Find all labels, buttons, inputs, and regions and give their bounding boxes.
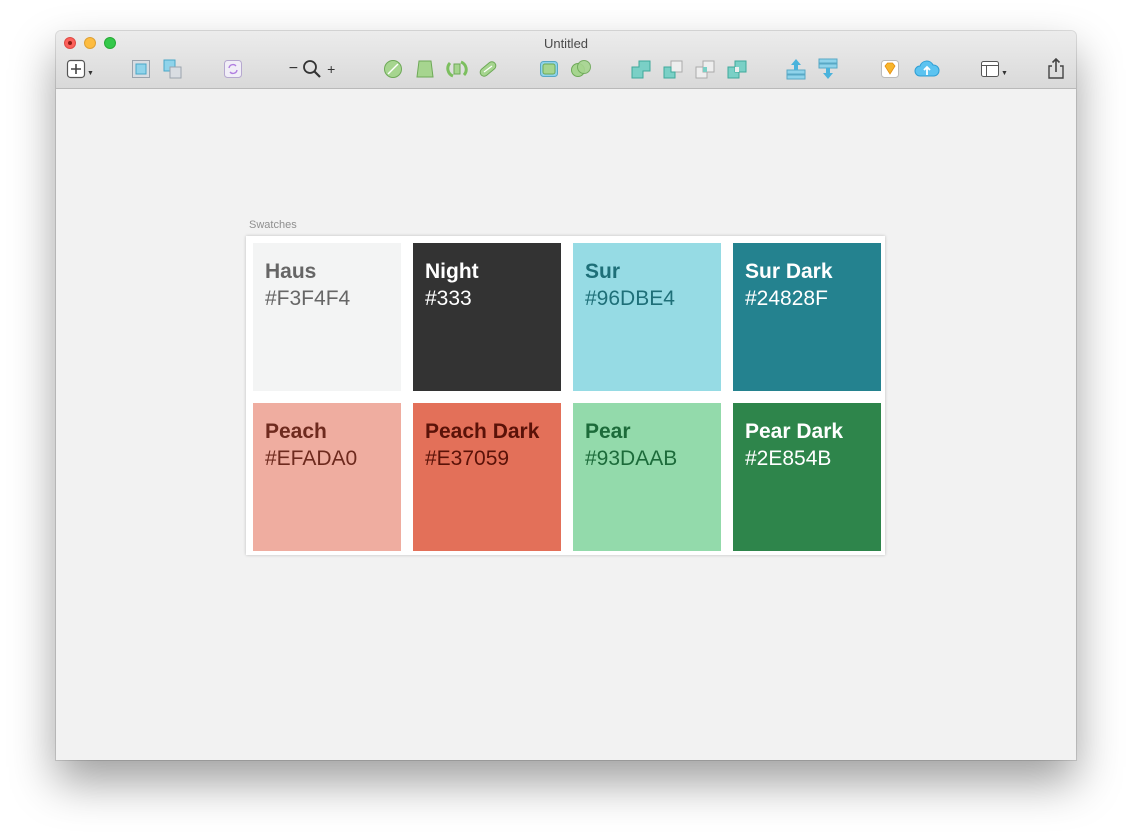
forward-icon — [786, 59, 806, 80]
swatch-hex: #93DAAB — [585, 447, 678, 470]
flatten-button[interactable] — [476, 56, 500, 82]
backward-icon — [818, 58, 838, 79]
create-symbol-button[interactable] — [221, 56, 245, 82]
swatch-name: Night — [425, 260, 479, 283]
difference-icon — [727, 60, 747, 79]
subtract-icon — [663, 60, 683, 79]
rotate-icon — [446, 60, 468, 78]
swatch-hex: #EFADA0 — [265, 447, 358, 470]
mask-icon — [540, 61, 558, 77]
window-title: Untitled — [543, 36, 589, 51]
export-icon — [1048, 58, 1064, 79]
swatch-peach[interactable]: Peach #EFADA0 — [253, 403, 401, 551]
forward-button[interactable] — [784, 56, 808, 82]
ungroup-icon — [163, 59, 182, 79]
swatch-hex: #2E854B — [745, 447, 832, 470]
ungroup-button[interactable] — [161, 56, 185, 82]
swatch-name: Peach — [265, 420, 327, 443]
app-window: Untitled ▼ − + ▼ Swatches Haus #F3F4F4 N… — [56, 31, 1076, 760]
backward-button[interactable] — [816, 56, 840, 82]
swatch-night[interactable]: Night #333 — [413, 243, 561, 391]
transform-icon — [416, 60, 434, 78]
swatch-sur-dark[interactable]: Sur Dark #24828F — [733, 243, 881, 391]
zoom-control[interactable]: − + — [282, 56, 342, 82]
edit-button[interactable] — [381, 56, 405, 82]
swatch-name: Sur Dark — [745, 260, 833, 283]
intersect-button[interactable] — [693, 56, 717, 82]
swatch-hex: #E37059 — [425, 447, 510, 470]
swatch-name: Peach Dark — [425, 420, 540, 443]
swatch-name: Sur — [585, 260, 621, 283]
artboard-swatches[interactable]: Haus #F3F4F4 Night #333 Sur #96DBE4 Sur … — [246, 236, 885, 555]
canvas[interactable]: Swatches Haus #F3F4F4 Night #333 Sur #96… — [56, 89, 1076, 760]
zoom-in-button[interactable]: + — [327, 61, 335, 77]
swatch-sur[interactable]: Sur #96DBE4 — [573, 243, 721, 391]
swatch-hex: #F3F4F4 — [265, 287, 351, 310]
swatch-name: Haus — [265, 260, 317, 283]
mask-button[interactable] — [537, 56, 561, 82]
title-bar: Untitled ▼ − + ▼ — [56, 31, 1076, 89]
intersect-icon — [695, 60, 715, 79]
difference-button[interactable] — [725, 56, 749, 82]
scale-icon — [571, 60, 591, 77]
swatch-haus[interactable]: Haus #F3F4F4 — [253, 243, 401, 391]
view-button[interactable]: ▼ — [976, 56, 1012, 82]
scale-button[interactable] — [569, 56, 593, 82]
group-icon — [132, 60, 150, 78]
view-icon — [981, 61, 1000, 77]
chevron-down-icon: ▼ — [1001, 69, 1008, 77]
swatch-hex: #333 — [425, 287, 472, 310]
rotate-button[interactable] — [445, 56, 469, 82]
swatch-name: Pear — [585, 420, 631, 443]
zoom-icon — [303, 60, 321, 78]
subtract-button[interactable] — [661, 56, 685, 82]
union-icon — [631, 60, 651, 79]
union-button[interactable] — [629, 56, 653, 82]
swatch-pear-dark[interactable]: Pear Dark #2E854B — [733, 403, 881, 551]
sketch-cloud-icon — [881, 60, 899, 78]
transform-button[interactable] — [413, 56, 437, 82]
upload-cloud-button[interactable] — [912, 56, 942, 82]
export-button[interactable] — [1044, 56, 1068, 82]
zoom-out-button[interactable]: − — [289, 60, 298, 78]
flatten-icon — [479, 61, 497, 77]
upload-cloud-icon — [914, 60, 940, 77]
swatch-name: Pear Dark — [745, 420, 844, 443]
swatch-pear[interactable]: Pear #93DAAB — [573, 403, 721, 551]
sketch-cloud-button[interactable] — [878, 56, 902, 82]
insert-button[interactable]: ▼ — [64, 56, 96, 82]
insert-icon — [66, 59, 86, 79]
artboard-title[interactable]: Swatches — [249, 219, 297, 231]
swatch-peach-dark[interactable]: Peach Dark #E37059 — [413, 403, 561, 551]
chevron-down-icon: ▼ — [87, 69, 94, 77]
edit-icon — [384, 60, 402, 78]
swatch-hex: #96DBE4 — [585, 287, 675, 310]
create-symbol-icon — [224, 60, 242, 78]
group-button[interactable] — [129, 56, 153, 82]
swatch-hex: #24828F — [745, 287, 828, 310]
